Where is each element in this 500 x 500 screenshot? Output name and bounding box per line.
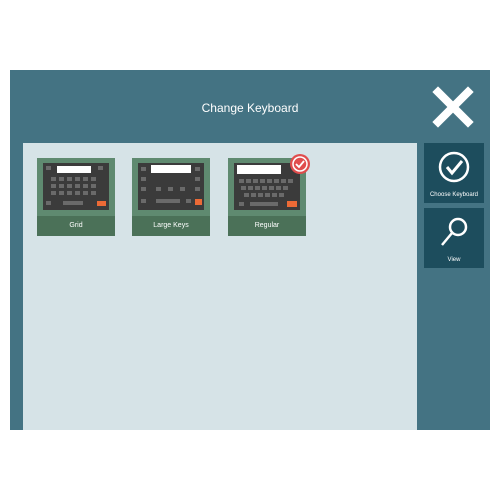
keyboard-tile-label: Large Keys: [132, 216, 210, 236]
window-title: Change Keyboard: [201, 101, 299, 115]
change-keyboard-window: Change Keyboard Grid Large Keys Regular …: [10, 70, 490, 430]
selected-badge: [290, 154, 310, 174]
keyboard-preview: [43, 163, 109, 210]
view-label: View: [447, 257, 461, 263]
close-button[interactable]: [430, 84, 476, 130]
close-icon: [432, 86, 474, 128]
keyboard-tile-grid[interactable]: Grid: [37, 158, 115, 236]
choose-keyboard-button[interactable]: Choose Keyboard: [424, 143, 484, 203]
choose-keyboard-label: Choose Keyboard: [429, 192, 479, 198]
keyboard-list-panel: Grid Large Keys Regular: [23, 143, 417, 430]
checkmark-circle-icon: [438, 151, 470, 183]
keyboard-tile-regular[interactable]: Regular: [228, 154, 310, 236]
view-button[interactable]: View: [424, 208, 484, 268]
magnifier-icon: [441, 217, 468, 246]
checkmark-badge-icon: [292, 156, 308, 172]
keyboard-tile-large-keys[interactable]: Large Keys: [132, 158, 210, 236]
keyboard-tile-label: Regular: [228, 216, 306, 236]
keyboard-tile-label: Grid: [37, 216, 115, 236]
keyboard-preview: [138, 163, 204, 210]
